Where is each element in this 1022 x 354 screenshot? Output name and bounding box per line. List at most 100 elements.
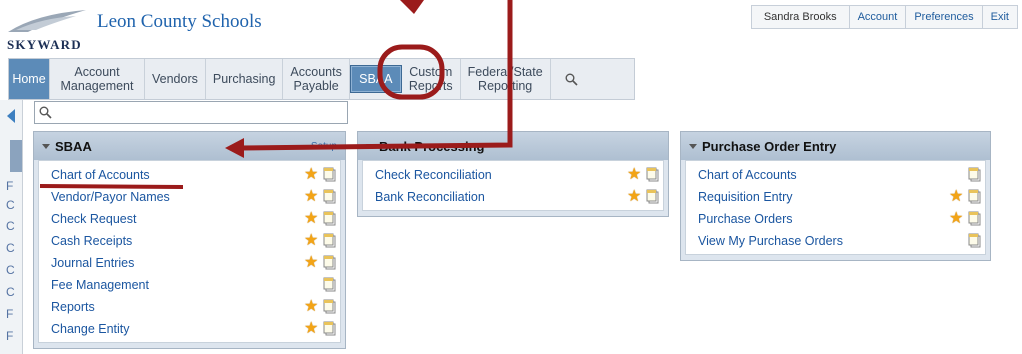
panel-purchase-order-entry: Purchase Order Entry Chart of Accounts Re… — [680, 131, 991, 261]
tab-label: Purchasing — [212, 72, 276, 86]
open-page-icon[interactable] — [968, 233, 981, 248]
tab-purchasing[interactable]: Purchasing — [206, 59, 284, 99]
menu-item-label: Check Request — [51, 212, 137, 226]
menu-item-link[interactable]: Chart of Accounts ★ — [39, 164, 340, 186]
tab-account-management[interactable]: Account Management — [50, 59, 145, 99]
magnifier-icon — [565, 73, 578, 86]
menu-item-label: Bank Reconciliation — [375, 190, 485, 204]
open-page-icon[interactable] — [323, 321, 336, 336]
favorite-star-icon[interactable]: ★ — [304, 167, 320, 183]
menu-item-label: Chart of Accounts — [51, 168, 150, 182]
tab-label: Home — [12, 72, 46, 86]
school-name: Leon County Schools — [97, 11, 262, 32]
open-page-icon[interactable] — [323, 167, 336, 182]
panel-body: Chart of Accounts ★ Vendor/Payor Names ★ Che… — [38, 160, 341, 343]
panel-sbaa: SBAA Setup Chart of Accounts ★ Vendor/Payo… — [33, 131, 346, 349]
favorite-star-icon[interactable]: ★ — [304, 255, 320, 271]
menu-item-label: Reports — [51, 300, 95, 314]
favorite-star-icon[interactable]: ★ — [949, 211, 965, 227]
menu-item-link[interactable]: Requisition Entry ★ — [686, 186, 985, 208]
left-rail-letter: F — [6, 307, 14, 321]
menu-item-label: Chart of Accounts — [698, 168, 797, 182]
left-rail-letter: F — [6, 329, 14, 343]
open-page-icon[interactable] — [323, 255, 336, 270]
menu-item-link[interactable]: Fee Management — [39, 274, 340, 296]
exit-link[interactable]: Exit — [981, 6, 1017, 28]
collapse-triangle-icon[interactable] — [42, 143, 50, 149]
preferences-link[interactable]: Preferences — [905, 6, 981, 28]
panel-bank-processing: Bank Processing Check Reconciliation ★ Ban… — [357, 131, 669, 217]
menu-item-link[interactable]: Bank Reconciliation ★ — [363, 186, 663, 208]
tab-federal-state-reporting[interactable]: Federal/State Reporting — [461, 59, 551, 99]
tab-custom-reports[interactable]: Custom Reports — [402, 59, 461, 99]
favorite-star-icon[interactable]: ★ — [304, 233, 320, 249]
menu-item-label: Purchase Orders — [698, 212, 793, 226]
tab-label: Vendors — [152, 72, 198, 86]
tab-label: Accounts Payable — [290, 65, 342, 93]
favorite-star-icon[interactable]: ★ — [304, 321, 320, 337]
panel-header: Purchase Order Entry — [681, 132, 990, 160]
tab-sbaa[interactable]: SBAA — [349, 65, 402, 93]
menu-item-label: Vendor/Payor Names — [51, 190, 170, 204]
favorite-star-icon[interactable]: ★ — [949, 189, 965, 205]
panel-title: Bank Processing — [379, 138, 485, 154]
favorite-star-icon[interactable]: ★ — [304, 189, 320, 205]
panel-header: SBAA Setup — [34, 132, 345, 160]
open-page-icon[interactable] — [968, 211, 981, 226]
setup-link[interactable]: Setup — [311, 141, 337, 152]
favorite-star-icon[interactable]: ★ — [627, 189, 643, 205]
tab-label: Account Management — [60, 65, 134, 93]
menu-item-link[interactable]: Journal Entries ★ — [39, 252, 340, 274]
tab-label: Federal/State Reporting — [467, 65, 543, 93]
tab-home[interactable]: Home — [9, 59, 50, 99]
menu-item-label: Check Reconciliation — [375, 168, 492, 182]
favorite-star-icon[interactable]: ★ — [304, 299, 320, 315]
left-rail-letter: C — [6, 219, 15, 233]
tab-accounts-payable[interactable]: Accounts Payable — [283, 59, 350, 99]
menu-item-link[interactable]: View My Purchase Orders — [686, 230, 985, 252]
menu-item-link[interactable]: Check Reconciliation ★ — [363, 164, 663, 186]
tab-vendors[interactable]: Vendors — [145, 59, 206, 99]
menu-item-label: Requisition Entry — [698, 190, 793, 204]
left-rail-header — [10, 140, 22, 172]
open-page-icon[interactable] — [323, 299, 336, 314]
menu-item-link[interactable]: Change Entity ★ — [39, 318, 340, 340]
open-page-icon[interactable] — [968, 189, 981, 204]
panel-body: Chart of Accounts Requisition Entry ★ Purch… — [685, 160, 986, 255]
menu-item-link[interactable]: Check Request ★ — [39, 208, 340, 230]
left-rail-letter: C — [6, 198, 15, 212]
favorite-star-icon[interactable]: ★ — [627, 167, 643, 183]
open-page-icon[interactable] — [646, 167, 659, 182]
open-page-icon[interactable] — [968, 167, 981, 182]
collapse-triangle-icon[interactable] — [366, 143, 374, 149]
menu-item-link[interactable]: Purchase Orders ★ — [686, 208, 985, 230]
menu-item-label: Journal Entries — [51, 256, 135, 270]
menu-item-link[interactable]: Reports ★ — [39, 296, 340, 318]
menu-item-link[interactable]: Chart of Accounts — [686, 164, 985, 186]
open-page-icon[interactable] — [646, 189, 659, 204]
left-rail-letter: C — [6, 263, 15, 277]
open-page-icon[interactable] — [323, 189, 336, 204]
account-link[interactable]: Account — [848, 6, 906, 28]
menu-item-label: Cash Receipts — [51, 234, 133, 248]
left-rail-letter: F — [6, 179, 14, 193]
nav-search-button[interactable] — [551, 59, 593, 99]
open-page-icon[interactable] — [323, 277, 336, 292]
panel-title: SBAA — [55, 138, 92, 154]
panel-title: Purchase Order Entry — [702, 138, 837, 154]
menu-item-label: Change Entity — [51, 322, 130, 336]
panel-body: Check Reconciliation ★ Bank Reconciliation… — [362, 160, 664, 211]
panel-header: Bank Processing — [358, 132, 668, 160]
menu-search-input[interactable] — [34, 101, 348, 124]
menu-item-link[interactable]: Vendor/Payor Names ★ — [39, 186, 340, 208]
collapse-arrow-icon[interactable] — [7, 109, 15, 123]
menu-item-label: View My Purchase Orders — [698, 234, 843, 248]
left-rail-letter: C — [6, 241, 15, 255]
open-page-icon[interactable] — [323, 211, 336, 226]
user-bar: Sandra Brooks Account Preferences Exit — [750, 5, 1018, 29]
collapse-triangle-icon[interactable] — [689, 143, 697, 149]
left-rail-letter: C — [6, 285, 15, 299]
menu-item-link[interactable]: Cash Receipts ★ — [39, 230, 340, 252]
open-page-icon[interactable] — [323, 233, 336, 248]
favorite-star-icon[interactable]: ★ — [304, 211, 320, 227]
